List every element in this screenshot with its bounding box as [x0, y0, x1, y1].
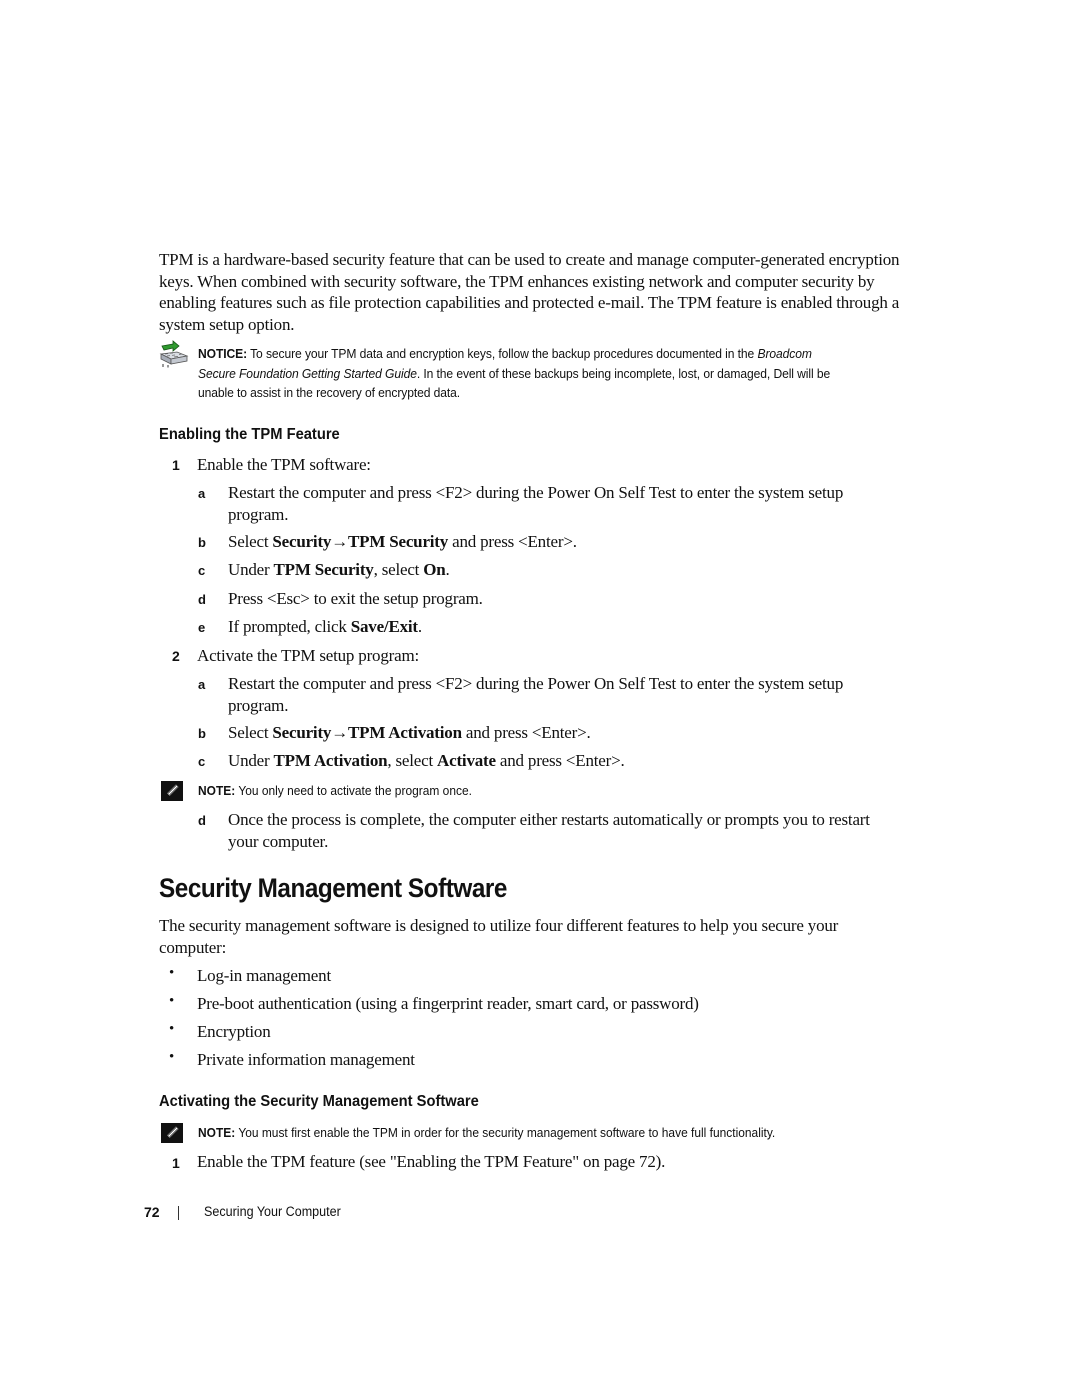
- substep-text: Restart the computer and press <F2> duri…: [228, 674, 844, 693]
- substep-text: Under TPM Activation, select Activate an…: [228, 750, 625, 772]
- substep-text: Under TPM Security, select On.: [228, 559, 450, 581]
- substep-text: Once the process is complete, the comput…: [228, 810, 870, 829]
- enabling-tpm-heading: Enabling the TPM Feature: [159, 426, 340, 443]
- note-pencil-icon: [161, 1123, 183, 1143]
- step-text: Enable the TPM software:: [197, 455, 371, 474]
- option-tpm-security: TPM Security: [273, 560, 374, 579]
- substep-text-continued: program.: [228, 696, 289, 715]
- menu-path-tpm-activation: Security→TPM Activation: [272, 723, 462, 742]
- substep-letter: b: [198, 726, 206, 741]
- substep-letter: a: [198, 677, 206, 692]
- notice-hardware-icon: [159, 340, 189, 368]
- feature-item: Private information management: [197, 1050, 415, 1069]
- note-label: NOTE:: [198, 1125, 236, 1140]
- note-label: NOTE:: [198, 783, 236, 798]
- substep-text-mid: , select: [373, 560, 424, 579]
- substep-letter: d: [198, 813, 206, 828]
- note-text: You only need to activate the program on…: [235, 783, 472, 798]
- substep-text-pre: Under: [228, 751, 274, 770]
- option-activate: Activate: [437, 751, 496, 770]
- substep-text-post: and press <Enter>.: [448, 532, 577, 551]
- substep-text-pre: Under: [228, 560, 274, 579]
- activating-heading: Activating the Security Management Softw…: [159, 1093, 479, 1110]
- option-save-exit: Save/Exit: [350, 617, 418, 636]
- notice-text-before: To secure your TPM data and encryption k…: [247, 346, 758, 361]
- substep-text-post: and press <Enter>.: [461, 723, 591, 742]
- substep-text-post: .: [445, 560, 450, 579]
- substep-text-pre: Select: [228, 532, 273, 551]
- substep-text: Press <Esc> to exit the setup program.: [228, 589, 483, 608]
- substep-text: Select Security→TPM Security and press <…: [228, 531, 577, 553]
- footer-divider: [178, 1206, 179, 1220]
- substep-letter: d: [198, 592, 206, 607]
- feature-item: Pre-boot authentication (using a fingerp…: [197, 994, 699, 1013]
- step-number: 1: [172, 1155, 180, 1171]
- feature-item: Encryption: [197, 1022, 271, 1041]
- security-paragraph-continued: computer:: [159, 938, 227, 957]
- feature-item: Log-in management: [197, 966, 331, 985]
- option-on: On: [423, 560, 446, 579]
- substep-letter: a: [198, 486, 206, 501]
- step-text: Enable the TPM feature (see "Enabling th…: [197, 1152, 666, 1171]
- substep-text: Select Security→TPM Activation and press…: [228, 722, 591, 744]
- security-paragraph: The security management software is desi…: [159, 916, 839, 935]
- substep-text-mid: , select: [387, 751, 438, 770]
- note-callout: NOTE: You must first enable the TPM in o…: [159, 1123, 929, 1145]
- substep-letter: c: [198, 754, 206, 769]
- substep-text-continued: program.: [228, 505, 289, 524]
- security-management-heading: Security Management Software: [159, 873, 507, 903]
- substep-text-pre: If prompted, click: [228, 617, 351, 636]
- substep-text-post: .: [417, 617, 422, 636]
- bullet-glyph: •: [169, 1021, 175, 1037]
- substep-text-pre: Select: [228, 723, 273, 742]
- substep-letter: e: [198, 620, 206, 635]
- step-number: 2: [172, 648, 180, 664]
- notice-label: NOTICE:: [198, 346, 248, 361]
- substep-letter: b: [198, 535, 206, 550]
- intro-paragraph: TPM is a hardware-based security feature…: [159, 250, 900, 334]
- note-text: You must first enable the TPM in order f…: [235, 1125, 776, 1140]
- bullet-glyph: •: [169, 1049, 175, 1065]
- substep-letter: c: [198, 563, 206, 578]
- bullet-glyph: •: [169, 965, 175, 981]
- menu-path-tpm-security: Security→TPM Security: [272, 532, 449, 551]
- note-pencil-icon: [161, 781, 183, 801]
- footer-section-title: Securing Your Computer: [204, 1204, 341, 1219]
- note-callout: NOTE: You only need to activate the prog…: [159, 781, 929, 803]
- substep-text: If prompted, click Save/Exit.: [228, 616, 422, 638]
- substep-text-post: and press <Enter>.: [495, 751, 625, 770]
- substep-text-continued: your computer.: [228, 832, 329, 851]
- bullet-glyph: •: [169, 993, 175, 1009]
- step-text: Activate the TPM setup program:: [197, 646, 419, 665]
- page-number: 72: [144, 1204, 160, 1220]
- option-tpm-activation: TPM Activation: [273, 751, 388, 770]
- substep-text: Restart the computer and press <F2> duri…: [228, 483, 844, 502]
- step-number: 1: [172, 457, 180, 473]
